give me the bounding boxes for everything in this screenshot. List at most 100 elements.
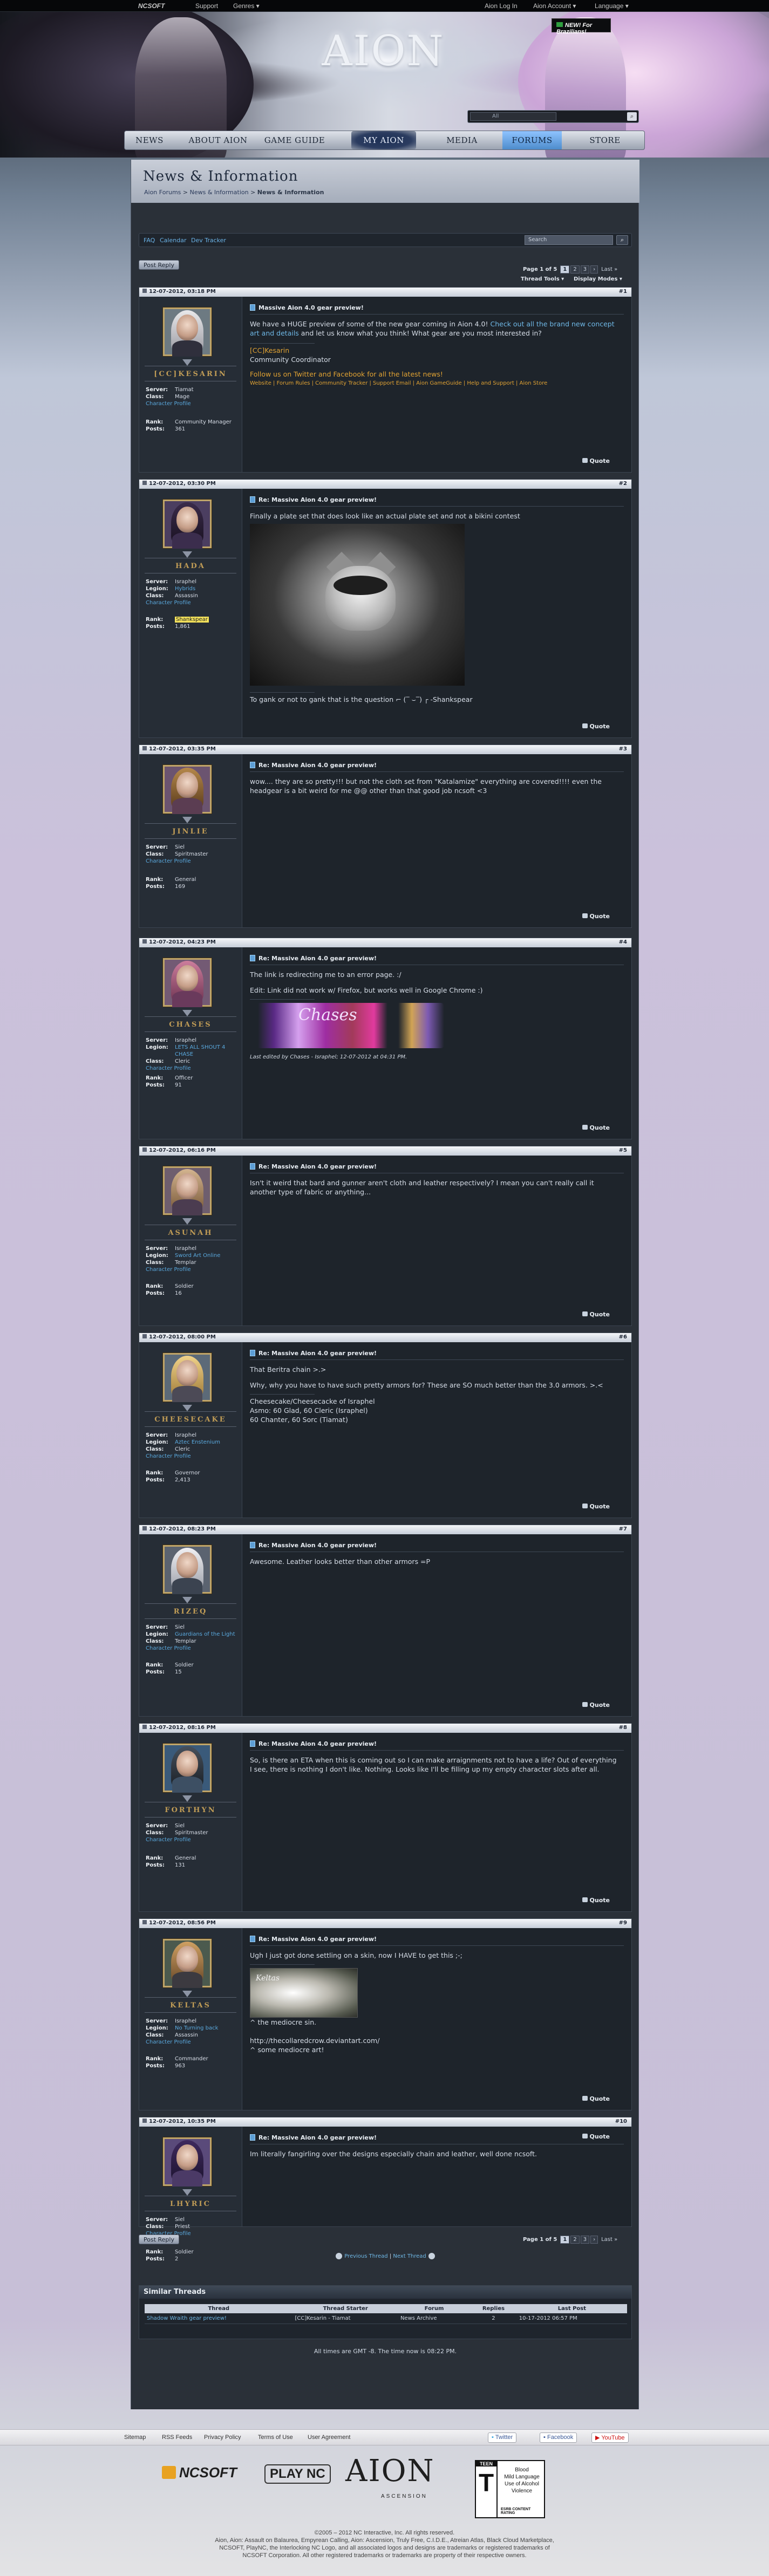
- nav-news[interactable]: NEWS: [128, 131, 171, 149]
- login-link[interactable]: Aion Log In: [485, 2, 518, 10]
- calendar-link[interactable]: Calendar: [160, 237, 186, 244]
- quote-button[interactable]: Quote: [582, 913, 610, 920]
- username[interactable]: CHASES: [139, 1021, 242, 1029]
- username[interactable]: LHYRIC: [139, 2200, 242, 2208]
- similar-thread-link[interactable]: Shadow Wraith gear preview!: [147, 2315, 227, 2321]
- character-profile-link[interactable]: Character Profile: [146, 1645, 237, 1652]
- terms-link[interactable]: Terms of Use: [258, 2434, 293, 2441]
- forum-search-input[interactable]: Search: [525, 235, 613, 245]
- post-number[interactable]: #8: [619, 1725, 627, 1731]
- page-1[interactable]: 1: [560, 265, 570, 274]
- avatar[interactable]: [163, 1353, 212, 1402]
- character-profile-link[interactable]: Character Profile: [146, 400, 237, 407]
- legion-value[interactable]: Aztec Enstenium: [175, 1439, 237, 1446]
- facebook-button[interactable]: ▪ Facebook: [540, 2432, 577, 2443]
- genres-menu[interactable]: Genres ▾: [233, 2, 260, 10]
- post-number[interactable]: #2: [619, 481, 627, 487]
- legion-value[interactable]: Hybrids: [175, 585, 237, 592]
- page-3[interactable]: 3: [580, 265, 590, 274]
- twitter-button[interactable]: ▪ Twitter: [488, 2432, 517, 2443]
- avatar[interactable]: [163, 2137, 212, 2186]
- avatar[interactable]: [163, 1545, 212, 1594]
- avatar[interactable]: [163, 765, 212, 814]
- page-3[interactable]: 3: [580, 2236, 590, 2244]
- dev-tracker-link[interactable]: Dev Tracker: [191, 237, 226, 244]
- username[interactable]: JINLIE: [139, 828, 242, 836]
- post-number[interactable]: #9: [619, 1920, 627, 1926]
- character-profile-link[interactable]: Character Profile: [146, 1836, 237, 1843]
- previous-thread-link[interactable]: Previous Thread: [344, 2253, 387, 2259]
- quote-button[interactable]: Quote: [582, 1124, 610, 1131]
- username[interactable]: RIZEQ: [139, 1608, 242, 1616]
- legion-value[interactable]: No Turning back: [175, 2025, 237, 2032]
- display-modes-menu[interactable]: Display Modes ▾: [574, 276, 622, 282]
- post-number[interactable]: #1: [619, 289, 627, 295]
- user-agreement-link[interactable]: User Agreement: [308, 2434, 350, 2441]
- avatar[interactable]: [163, 1166, 212, 1215]
- avatar[interactable]: [163, 500, 212, 549]
- sitemap-link[interactable]: Sitemap: [124, 2434, 146, 2441]
- post-number[interactable]: #10: [615, 2119, 627, 2124]
- avatar[interactable]: [163, 308, 212, 357]
- avatar[interactable]: [163, 1744, 212, 1793]
- nav-about-aion[interactable]: ABOUT AION: [184, 131, 252, 149]
- forum-search-button[interactable]: ⌕: [616, 235, 628, 245]
- page-2[interactable]: 2: [570, 2236, 580, 2244]
- avatar[interactable]: [163, 1939, 212, 1988]
- plaync-logo[interactable]: PLAY NC: [264, 2464, 331, 2484]
- avatar[interactable]: [163, 958, 212, 1007]
- breadcrumb-category[interactable]: News & Information: [190, 189, 249, 196]
- username[interactable]: [CC]KESARIN: [139, 370, 242, 378]
- post-number[interactable]: #7: [619, 1526, 627, 1532]
- quote-button[interactable]: Quote: [582, 1311, 610, 1318]
- search-go-button[interactable]: ⌕: [627, 112, 637, 121]
- page-2[interactable]: 2: [570, 265, 580, 274]
- username[interactable]: KELTAS: [139, 2001, 242, 2010]
- post-reply-button-top[interactable]: Post Reply: [139, 260, 179, 270]
- quote-button[interactable]: Quote: [582, 1702, 610, 1709]
- ncsoft-link[interactable]: NCSOFT: [138, 2, 165, 10]
- nav-media[interactable]: MEDIA: [438, 131, 486, 149]
- next-thread-link[interactable]: Next Thread: [393, 2253, 426, 2259]
- post-number[interactable]: #5: [619, 1147, 627, 1153]
- aion-footer-logo[interactable]: AION: [345, 2454, 434, 2489]
- post-reply-button-bottom[interactable]: Post Reply: [139, 2235, 179, 2244]
- page-1[interactable]: 1: [560, 2236, 570, 2244]
- next-page[interactable]: ›: [590, 265, 598, 274]
- privacy-link[interactable]: Privacy Policy: [204, 2434, 241, 2441]
- thread-tools-menu[interactable]: Thread Tools ▾: [521, 276, 564, 282]
- nav-my-aion[interactable]: MY AION: [351, 131, 416, 149]
- username[interactable]: CHEESECAKE: [139, 1416, 242, 1424]
- nav-game-guide[interactable]: GAME GUIDE: [262, 131, 327, 149]
- last-page[interactable]: Last »: [599, 2236, 620, 2243]
- legion-value[interactable]: LETS ALL SHOUT 4 CHASE: [175, 1044, 237, 1058]
- post-number[interactable]: #4: [619, 939, 627, 945]
- signature-line[interactable]: http://thecollaredcrow.deviantart.com/: [250, 2036, 621, 2045]
- signature-links[interactable]: Website | Forum Rules | Community Tracke…: [250, 379, 621, 388]
- character-profile-link[interactable]: Character Profile: [146, 2039, 237, 2046]
- username[interactable]: ASUNAH: [139, 1229, 242, 1237]
- post-number[interactable]: #3: [619, 746, 627, 752]
- nav-store[interactable]: STORE: [578, 131, 632, 149]
- last-page[interactable]: Last »: [599, 266, 620, 273]
- legion-value[interactable]: Guardians of the Light: [175, 1631, 237, 1638]
- quote-button[interactable]: Quote: [582, 1503, 610, 1510]
- post-number[interactable]: #6: [619, 1334, 627, 1340]
- language-menu[interactable]: Language ▾: [595, 2, 629, 10]
- next-page[interactable]: ›: [590, 2236, 598, 2244]
- support-link[interactable]: Support: [195, 2, 218, 10]
- nav-forums[interactable]: FORUMS: [502, 131, 562, 149]
- character-profile-link[interactable]: Character Profile: [146, 1453, 237, 1460]
- account-menu[interactable]: Aion Account ▾: [533, 2, 576, 10]
- quote-button[interactable]: Quote: [582, 2133, 610, 2140]
- username[interactable]: HADA: [139, 562, 242, 570]
- aion-logo[interactable]: AION: [302, 27, 464, 76]
- brazil-promo-badge[interactable]: NEW! For Brazilians!: [552, 18, 611, 35]
- legion-value[interactable]: Sword Art Online: [175, 1252, 237, 1259]
- youtube-button[interactable]: ▶ YouTube: [591, 2432, 629, 2443]
- quote-button[interactable]: Quote: [582, 723, 610, 730]
- character-profile-link[interactable]: Character Profile: [146, 858, 237, 865]
- character-profile-link[interactable]: Character Profile: [146, 1065, 237, 1072]
- character-profile-link[interactable]: Character Profile: [146, 599, 237, 606]
- faq-link[interactable]: FAQ: [144, 237, 155, 244]
